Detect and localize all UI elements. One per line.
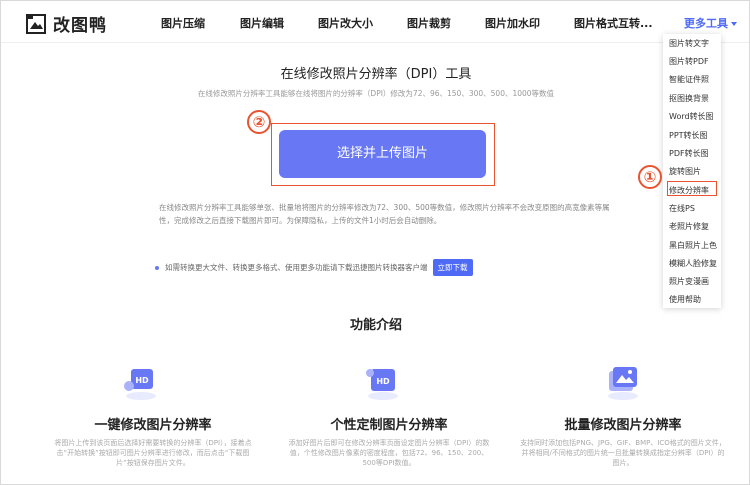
page-title: 在线修改照片分辨率（DPI）工具	[280, 67, 472, 82]
dropdown-item-old-photo-repair[interactable]: 老照片修复	[669, 221, 709, 232]
dropdown-item-blurry-face-repair[interactable]: 模糊人脸修复	[669, 258, 717, 269]
dropdown-item-word-to-long-image[interactable]: Word转长图	[669, 111, 714, 122]
duck-logo-icon	[26, 13, 46, 34]
nav-image-resize[interactable]: 图片改大小	[318, 15, 373, 31]
annotation-step-1-badge: ①	[638, 165, 662, 189]
nav-image-format-convert[interactable]: 图片格式互转...	[574, 15, 653, 31]
dropdown-item-rotate-image[interactable]: 旋转图片	[669, 166, 701, 177]
dropdown-item-image-to-text[interactable]: 图片转文字	[669, 38, 709, 49]
upload-image-button[interactable]: 选择并上传图片	[279, 130, 486, 178]
download-now-button[interactable]: 立即下载	[432, 259, 473, 276]
annotation-highlight-box	[667, 181, 717, 196]
nav-image-edit[interactable]: 图片编辑	[240, 15, 284, 31]
bullet-dot-icon	[155, 265, 159, 270]
dropdown-item-pdf-to-long-image[interactable]: PDF转长图	[669, 148, 709, 159]
dropdown-item-ppt-to-long-image[interactable]: PPT转长图	[669, 130, 708, 141]
dropdown-item-online-ps[interactable]: 在线PS	[669, 203, 695, 214]
nav-image-watermark[interactable]: 图片加水印	[485, 15, 540, 31]
dropdown-item-colorize-photo[interactable]: 黑白照片上色	[669, 240, 717, 251]
hd-custom-icon: HD	[366, 369, 398, 400]
dropdown-item-help[interactable]: 使用帮助	[669, 294, 701, 305]
nav-image-crop[interactable]: 图片裁剪	[407, 15, 451, 31]
feature-title-one-click: 一键修改图片分辨率	[94, 418, 212, 433]
features-section-title: 功能介绍	[349, 318, 402, 333]
svg-text:HD: HD	[135, 376, 149, 385]
client-download-text: 如需转换更大文件、转换更多格式、使用更多功能请下载迅捷图片转换器客户端	[165, 263, 428, 272]
client-download-tip: 如需转换更大文件、转换更多格式、使用更多功能请下载迅捷图片转换器客户端 立即下载	[155, 259, 473, 276]
feature-desc-batch: 支持同时添加包括PNG、JPG、GIF、BMP、ICO格式的图片文件，并将相同/…	[520, 439, 726, 467]
feature-title-custom: 个性定制图片分辨率	[330, 418, 448, 433]
svg-text:HD: HD	[376, 377, 390, 386]
chevron-down-icon	[731, 22, 737, 26]
feature-title-batch: 批量修改图片分辨率	[564, 418, 682, 433]
feature-desc-custom: 添加好图片后即可在修改分辨率页面设定图片分辨率（DPI）的数值，个性修改图片像素…	[288, 439, 490, 467]
page-subtitle: 在线修改照片分辨率工具能够在线将图片的分辨率（DPI）修改为72、96、150、…	[197, 89, 555, 98]
more-tools-label: 更多工具	[684, 17, 728, 30]
tool-description: 在线修改照片分辨率工具能够单张、批量地将图片的分辨率修改为72、300、500等…	[159, 203, 610, 225]
site-logo[interactable]: 改图鸭	[25, 11, 107, 36]
dropdown-item-photo-to-cartoon[interactable]: 照片变漫画	[669, 276, 709, 287]
nav-image-compress[interactable]: 图片压缩	[161, 15, 205, 31]
hd-one-click-icon: HD	[124, 369, 156, 400]
page-frame: 改图鸭 图片压缩 图片编辑 图片改大小 图片裁剪 图片加水印 图片格式互转...…	[0, 0, 750, 485]
more-tools-menu[interactable]: 更多工具	[684, 15, 737, 31]
logo-text: 改图鸭	[53, 16, 107, 36]
image-batch-icon	[608, 367, 638, 400]
feature-desc-one-click: 将图片上传到该页面后选择好需要转换的分辨率（DPI），接着点击“开始转换”按钮即…	[54, 439, 252, 467]
annotation-step-2-badge: ②	[247, 110, 271, 134]
top-navigation-bar: 改图鸭 图片压缩 图片编辑 图片改大小 图片裁剪 图片加水印 图片格式互转...…	[1, 1, 749, 43]
